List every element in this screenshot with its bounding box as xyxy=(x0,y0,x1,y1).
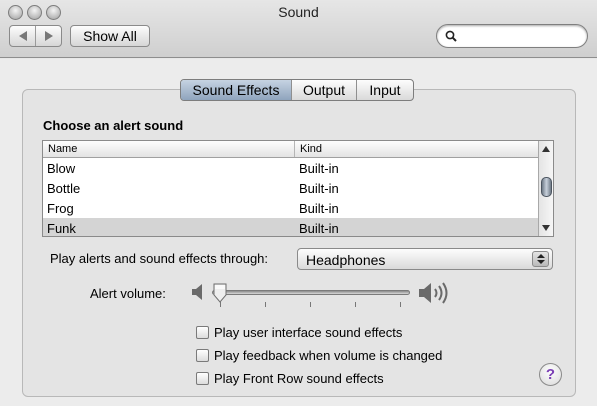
search-field[interactable] xyxy=(436,24,588,48)
slider-track xyxy=(212,290,410,295)
sound-options: Play user interface sound effects Play f… xyxy=(196,321,442,390)
play-through-label: Play alerts and sound effects through: xyxy=(50,251,269,266)
preference-pane: Sound Effects Output Input Choose an ale… xyxy=(0,59,597,406)
list-item[interactable]: Blow Built-in xyxy=(43,158,539,178)
ui-sound-effects-option[interactable]: Play user interface sound effects xyxy=(196,321,442,344)
slider-tick xyxy=(310,302,311,307)
tab-input[interactable]: Input xyxy=(356,80,413,100)
front-row-sounds-checkbox[interactable] xyxy=(196,372,209,385)
back-button[interactable] xyxy=(10,26,35,46)
sound-kind: Built-in xyxy=(299,220,339,236)
search-icon xyxy=(445,30,457,42)
sound-name: Blow xyxy=(47,160,76,176)
sound-kind: Built-in xyxy=(299,160,339,176)
sound-name: Bottle xyxy=(47,180,81,196)
alert-volume-label: Alert volume: xyxy=(90,286,166,301)
volume-feedback-option[interactable]: Play feedback when volume is changed xyxy=(196,344,442,367)
back-forward-control xyxy=(9,25,62,47)
output-device-value: Headphones xyxy=(306,252,386,268)
arrow-left-icon xyxy=(18,31,27,41)
scroll-down-icon[interactable] xyxy=(542,225,550,231)
alert-volume-slider[interactable] xyxy=(212,283,410,313)
search-input[interactable] xyxy=(459,28,579,44)
forward-button[interactable] xyxy=(35,26,61,46)
arrow-right-icon xyxy=(44,31,53,41)
window-title: Sound xyxy=(278,4,319,20)
list-rows: Blow Built-in Bottle Built-in Frog Built… xyxy=(43,158,539,236)
popup-arrows-icon xyxy=(532,251,549,267)
output-device-popup[interactable]: Headphones xyxy=(297,248,553,270)
volume-feedback-checkbox[interactable] xyxy=(196,349,209,362)
tab-bar: Sound Effects Output Input xyxy=(180,79,414,101)
alert-sound-heading: Choose an alert sound xyxy=(43,118,184,133)
column-header-name[interactable]: Name xyxy=(43,141,295,157)
speaker-low-icon[interactable] xyxy=(191,282,205,302)
front-row-sounds-label: Play Front Row sound effects xyxy=(214,371,384,386)
slider-tick xyxy=(355,302,356,307)
volume-feedback-label: Play feedback when volume is changed xyxy=(214,348,443,363)
sound-kind: Built-in xyxy=(299,180,339,196)
slider-tick xyxy=(265,302,266,307)
slider-knob[interactable] xyxy=(212,283,228,303)
help-button[interactable]: ? xyxy=(539,363,562,386)
window-toolbar: Sound Show All xyxy=(0,0,597,58)
speaker-high-icon[interactable] xyxy=(418,281,450,305)
sound-name: Frog xyxy=(47,200,74,216)
list-item[interactable]: Bottle Built-in xyxy=(43,178,539,198)
list-item[interactable]: Frog Built-in xyxy=(43,198,539,218)
front-row-sounds-option[interactable]: Play Front Row sound effects xyxy=(196,367,442,390)
slider-tick xyxy=(400,302,401,307)
show-all-button[interactable]: Show All xyxy=(70,25,150,47)
list-item-selected[interactable]: Funk Built-in xyxy=(43,218,539,236)
list-header: Name Kind xyxy=(43,141,539,158)
tab-sound-effects[interactable]: Sound Effects xyxy=(181,80,291,100)
ui-sound-effects-checkbox[interactable] xyxy=(196,326,209,339)
sound-kind: Built-in xyxy=(299,200,339,216)
scroll-thumb[interactable] xyxy=(541,177,552,197)
alert-sound-list[interactable]: Name Kind Blow Built-in Bottle Built-in … xyxy=(42,140,554,237)
list-scrollbar[interactable] xyxy=(538,141,553,236)
sound-name: Funk xyxy=(47,220,76,236)
tab-output[interactable]: Output xyxy=(291,80,356,100)
ui-sound-effects-label: Play user interface sound effects xyxy=(214,325,403,340)
scroll-up-icon[interactable] xyxy=(542,146,550,152)
column-header-kind[interactable]: Kind xyxy=(295,141,539,157)
